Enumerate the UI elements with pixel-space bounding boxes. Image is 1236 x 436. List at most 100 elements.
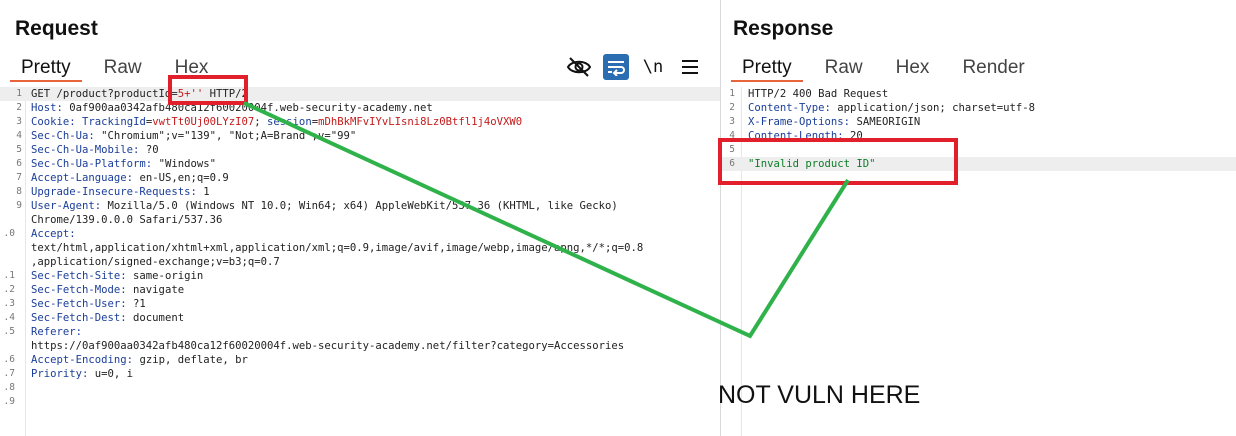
code-token: 0af900aa0342afb480ca12f60020004f.web-sec… xyxy=(62,102,433,114)
response-line: 5 xyxy=(722,143,1236,157)
response-line: 4 Content-Length: 20 xyxy=(722,129,1236,143)
line-number: 1 xyxy=(16,88,22,99)
code-token: GET /product?productId= xyxy=(31,88,178,100)
code-token: Sec-Ch-Ua-Mobile: xyxy=(31,144,140,156)
request-line: 3 Cookie: TrackingId=vwtTt0Uj00LYzI07; se… xyxy=(0,115,720,129)
code-token: Referer: xyxy=(31,326,83,338)
wrap-lines-icon[interactable] xyxy=(603,54,629,80)
code-token: Sec-Fetch-Dest: xyxy=(31,312,127,324)
line-code: Sec-Fetch-Site: same-origin xyxy=(31,269,203,283)
code-token: Sec-Fetch-User: xyxy=(31,298,127,310)
annotation-note: NOT VULN HERE xyxy=(718,381,921,409)
code-token: SAMEORIGIN xyxy=(850,116,921,128)
request-tab-raw[interactable]: Raw xyxy=(93,56,153,80)
request-line: .0 Accept: xyxy=(0,227,720,241)
menu-icon[interactable] xyxy=(677,54,703,80)
request-toolbar: \n xyxy=(566,54,714,80)
code-token: navigate xyxy=(126,284,185,296)
request-line: 2 Host: 0af900aa0342afb480ca12f60020004f.… xyxy=(0,101,720,115)
pane-divider[interactable] xyxy=(720,0,721,436)
code-token: "Chromium";v="139", "Not;A=Brand";v="99" xyxy=(94,130,357,142)
request-line: .7 Priority: u=0, i xyxy=(0,367,720,381)
line-number: .8 xyxy=(3,382,15,393)
request-line: .9 xyxy=(0,395,720,409)
code-token: ?1 xyxy=(126,298,146,310)
code-token: en-US,en;q=0.9 xyxy=(133,172,229,184)
line-number: .7 xyxy=(3,368,15,379)
request-line: 7 Accept-Language: en-US,en;q=0.9 xyxy=(0,171,720,185)
code-token: Sec-Ch-Ua: xyxy=(31,130,95,142)
hide-eye-icon[interactable] xyxy=(566,54,592,80)
code-token: "Windows" xyxy=(152,158,216,170)
line-code: https://0af900aa0342afb480ca12f60020004f… xyxy=(31,339,624,353)
line-number: 1 xyxy=(729,88,735,99)
code-token: ?0 xyxy=(139,144,159,156)
code-token: vwtTt0Uj00LYzI07 xyxy=(152,116,255,128)
response-tab-pretty[interactable]: Pretty xyxy=(731,56,803,82)
code-token: same-origin xyxy=(126,270,204,282)
request-line: .3 Sec-Fetch-User: ?1 xyxy=(0,297,720,311)
code-token: Accept-Encoding: xyxy=(31,354,134,366)
line-code: Accept-Encoding: gzip, deflate, br xyxy=(31,353,248,367)
response-tab-render[interactable]: Render xyxy=(951,56,1035,80)
line-code: text/html,application/xhtml+xml,applicat… xyxy=(31,241,643,255)
newline-icon[interactable]: \n xyxy=(640,54,666,80)
response-tab-hex[interactable]: Hex xyxy=(885,56,941,80)
code-token: Content-Length: xyxy=(748,130,844,142)
line-code: Cookie: TrackingId=vwtTt0Uj00LYzI07; ses… xyxy=(31,115,522,129)
request-tab-hex[interactable]: Hex xyxy=(164,56,220,80)
line-number: 3 xyxy=(729,116,735,127)
request-pane: Request Pretty Raw Hex \n 1 GET /product… xyxy=(0,0,720,436)
response-tab-raw[interactable]: Raw xyxy=(814,56,874,80)
request-line: https://0af900aa0342afb480ca12f60020004f… xyxy=(0,339,720,353)
code-token: u=0, i xyxy=(88,368,134,380)
code-token: https://0af900aa0342afb480ca12f60020004f… xyxy=(31,340,625,352)
response-line: 2 Content-Type: application/json; charset… xyxy=(722,101,1236,115)
request-line: .2 Sec-Fetch-Mode: navigate xyxy=(0,283,720,297)
code-token: Sec-Ch-Ua-Platform: xyxy=(31,158,153,170)
code-token: 20 xyxy=(843,130,863,142)
line-number: 6 xyxy=(729,158,735,169)
code-token: Sec-Fetch-Mode: xyxy=(31,284,127,296)
code-token: Cookie: xyxy=(31,116,76,128)
line-code: Accept: xyxy=(31,227,76,241)
code-token: mDhBkMFvIYvLIsni8Lz0Btfl1j4oVXW0 xyxy=(318,116,523,128)
code-token: Content-Type: xyxy=(748,102,831,114)
response-pane: Response Pretty Raw Hex Render 1 HTTP/2 4… xyxy=(722,0,1236,436)
line-code: Sec-Fetch-Dest: document xyxy=(31,311,184,325)
line-code: Sec-Ch-Ua-Platform: "Windows" xyxy=(31,157,216,171)
code-token: Sec-Fetch-Site: xyxy=(31,270,127,282)
code-token: 5+'' xyxy=(177,88,204,100)
code-token: document xyxy=(126,312,185,324)
request-editor[interactable]: 1 GET /product?productId=5+'' HTTP/2 2 Host… xyxy=(0,87,720,436)
line-code: Sec-Fetch-User: ?1 xyxy=(31,297,146,311)
line-code: ,application/signed-exchange;v=b3;q=0.7 xyxy=(31,255,280,269)
response-line: 6 "Invalid product ID" xyxy=(722,157,1236,171)
request-line: Chrome/139.0.0.0 Safari/537.36 xyxy=(0,213,720,227)
code-token: Host: xyxy=(31,102,63,114)
code-token: 1 xyxy=(196,186,210,198)
code-token: Priority: xyxy=(31,368,89,380)
code-token: HTTP/2 xyxy=(203,88,248,100)
line-code: HTTP/2 400 Bad Request xyxy=(748,87,888,101)
code-token: Mozilla/5.0 (Windows NT 10.0; Win64; x64… xyxy=(101,200,618,212)
line-number: .5 xyxy=(3,326,15,337)
line-code: Sec-Fetch-Mode: navigate xyxy=(31,283,184,297)
line-code: Content-Type: application/json; charset=… xyxy=(748,101,1035,115)
request-line: text/html,application/xhtml+xml,applicat… xyxy=(0,241,720,255)
code-token: ; xyxy=(254,116,268,128)
code-token: ,application/signed-exchange;v=b3;q=0.7 xyxy=(31,256,280,268)
line-number: 9 xyxy=(16,200,22,211)
request-line: .1 Sec-Fetch-Site: same-origin xyxy=(0,269,720,283)
code-token: TrackingId xyxy=(82,116,146,128)
request-line: 4 Sec-Ch-Ua: "Chromium";v="139", "Not;A=B… xyxy=(0,129,720,143)
request-line: 8 Upgrade-Insecure-Requests: 1 xyxy=(0,185,720,199)
line-number: 3 xyxy=(16,116,22,127)
request-tab-pretty[interactable]: Pretty xyxy=(10,56,82,82)
request-line: .6 Accept-Encoding: gzip, deflate, br xyxy=(0,353,720,367)
line-code: Sec-Ch-Ua: "Chromium";v="139", "Not;A=Br… xyxy=(31,129,356,143)
line-number: 5 xyxy=(729,144,735,155)
line-code: Sec-Ch-Ua-Mobile: ?0 xyxy=(31,143,159,157)
code-token: Accept: xyxy=(31,228,76,240)
line-code: Host: 0af900aa0342afb480ca12f60020004f.w… xyxy=(31,101,433,115)
